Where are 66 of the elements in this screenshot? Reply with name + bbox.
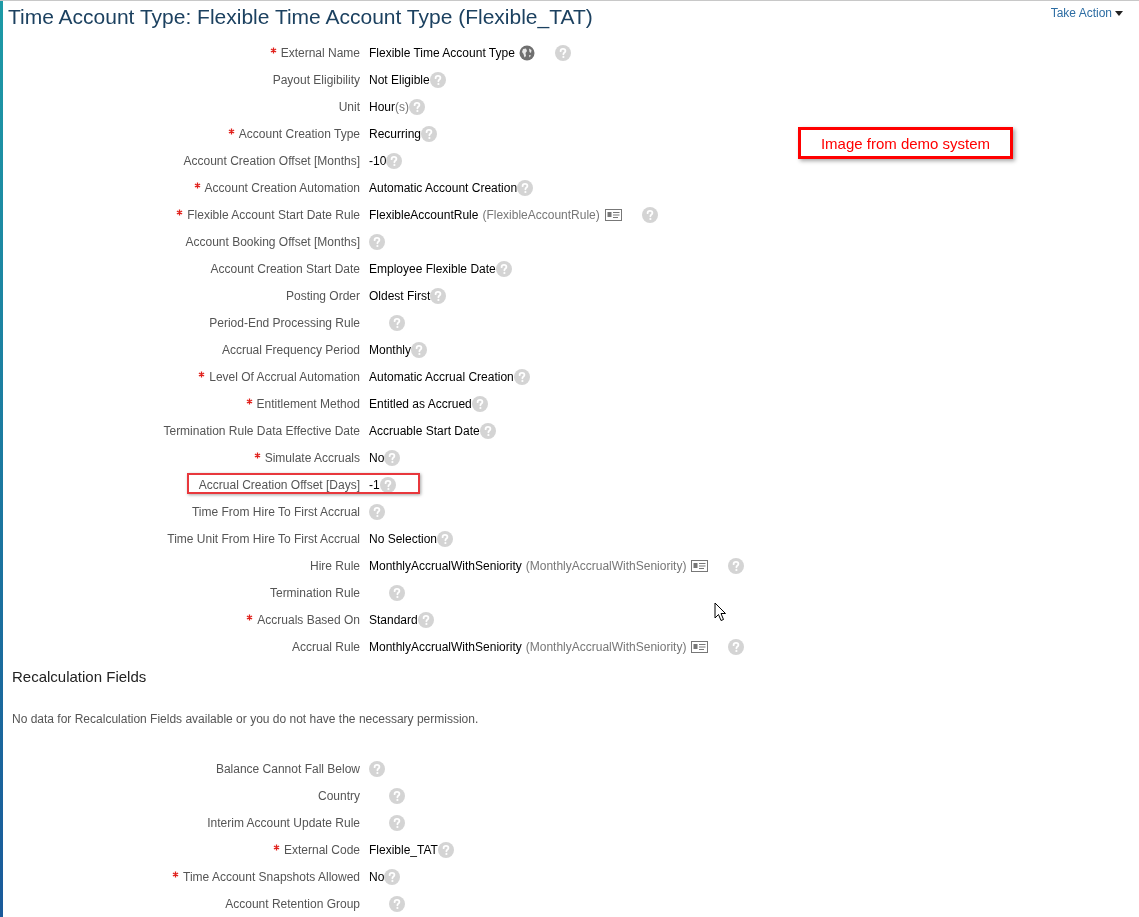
field-label: Account Creation Offset [Months] <box>183 153 360 168</box>
field-label: Accrual Rule <box>291 639 360 654</box>
field-value: Flexible_TAT <box>369 842 438 857</box>
field-label: Account Booking Offset [Months] <box>185 234 360 249</box>
field-value: Accruable Start Date <box>369 423 480 438</box>
field-note: (MonthlyAccrualWithSeniority) <box>525 639 687 654</box>
field-value: MonthlyAccrualWithSeniority <box>369 558 522 573</box>
caret-icon <box>1115 10 1123 16</box>
field-value: -10 <box>369 153 387 168</box>
field-note: (s) <box>395 99 409 114</box>
field-value: -1 <box>369 477 380 492</box>
field-label: Level Of Accrual Automation <box>209 369 360 384</box>
field-label: Account Creation Type <box>238 126 360 141</box>
mouse-cursor-icon <box>714 602 727 622</box>
card-icon <box>691 559 709 572</box>
empty-message: No data for Recalculation Fields available or you do not have the necessary permission. <box>12 712 480 726</box>
field-note: (FlexibleAccountRule) <box>482 207 600 222</box>
field-label: Time Account Snapshots Allowed <box>183 869 360 884</box>
field-label: Accrual Frequency Period <box>221 342 360 357</box>
field-value: Standard <box>369 612 418 627</box>
field-value: Flexible Time Account Type <box>369 45 515 60</box>
field-label: Simulate Accruals <box>264 450 360 465</box>
field-label: Account Creation Start Date <box>210 261 360 276</box>
annotation-callout: Image from demo system <box>798 127 1013 159</box>
field-label: External Code <box>283 842 360 857</box>
field-label: Country <box>317 788 360 803</box>
field-label: Account Creation Automation <box>204 180 360 195</box>
card-icon <box>604 208 622 221</box>
field-value: FlexibleAccountRule <box>369 207 479 222</box>
field-label: Payout Eligibility <box>272 72 360 87</box>
field-value: Monthly <box>369 342 412 357</box>
field-label: Time Unit From Hire To First Accrual <box>167 531 360 546</box>
field-value: MonthlyAccrualWithSeniority <box>369 639 522 654</box>
take-action-menu[interactable]: Take Action <box>1050 6 1123 20</box>
help-icon[interactable] <box>379 476 396 493</box>
card-icon <box>691 640 709 653</box>
globe-icon <box>518 44 535 61</box>
field-value: Entitled as Accrued <box>369 396 472 411</box>
field-label: Posting Order <box>285 288 360 303</box>
field-note: (MonthlyAccrualWithSeniority) <box>525 558 687 573</box>
field-label: Flexible Account Start Date Rule <box>187 207 360 222</box>
field-label: Hire Rule <box>310 558 360 573</box>
field-value: Recurring <box>369 126 422 141</box>
field-label: External Name <box>280 45 360 60</box>
field-label: Interim Account Update Rule <box>207 815 360 830</box>
field-value: Employee Flexible Date <box>369 261 496 276</box>
field-label: Time From Hire To First Accrual <box>191 504 360 519</box>
field-value: Hour <box>369 99 395 114</box>
section-heading: Recalculation Fields <box>12 668 148 687</box>
field-label: Termination Rule <box>269 585 360 600</box>
field-value: No <box>369 869 385 884</box>
field-value: No <box>369 450 385 465</box>
field-label: Entitlement Method <box>256 396 360 411</box>
field-label: Unit <box>338 99 360 114</box>
field-value: Not Eligible <box>369 72 430 87</box>
page-title: Time Account Type: Flexible Time Account Type (Flexible_TAT) <box>8 5 593 29</box>
field-label: Accrual Creation Offset [Days] <box>198 477 360 492</box>
field-label: Termination Rule Data Effective Date <box>163 423 360 438</box>
field-value: Automatic Accrual Creation <box>369 369 514 384</box>
field-label: Account Retention Group <box>225 896 360 911</box>
field-label: Period-End Processing Rule <box>209 315 360 330</box>
field-value: Automatic Account Creation <box>369 180 518 195</box>
field-label: Accruals Based On <box>257 612 360 627</box>
field-value: No Selection <box>369 531 438 546</box>
field-label: Balance Cannot Fall Below <box>215 761 360 776</box>
field-value: Oldest First <box>369 288 431 303</box>
